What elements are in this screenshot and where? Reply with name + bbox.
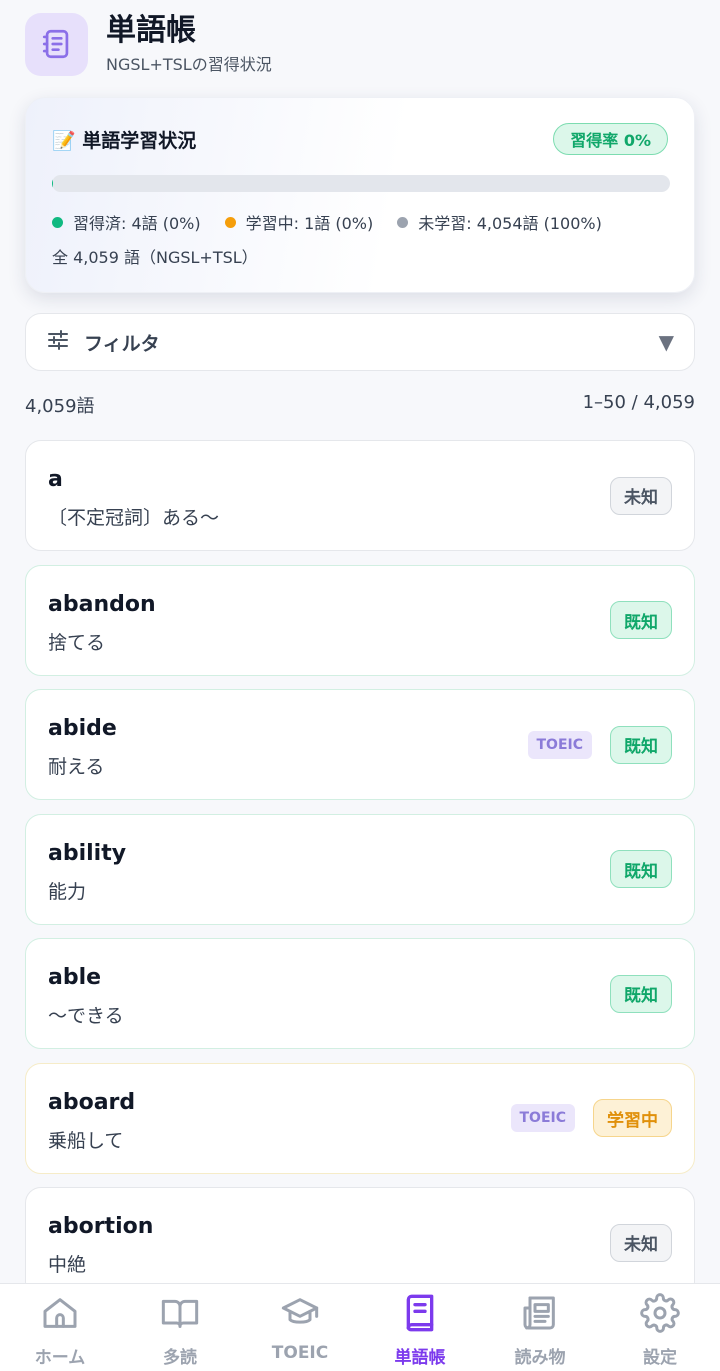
mastery-progress-bar	[52, 175, 670, 192]
page-range: 1–50 / 4,059	[582, 392, 695, 413]
page-subtitle: NGSL+TSLの習得状況	[106, 55, 272, 74]
legend-unlearned: 未学習: 4,054語 (100%)	[397, 210, 602, 234]
nav-toeic-label: TOEIC	[271, 1343, 329, 1363]
nav-home-label: ホーム	[34, 1348, 86, 1368]
word-text: a	[48, 467, 63, 492]
nav-settings-label: 設定	[643, 1348, 677, 1368]
learning-dot	[224, 216, 236, 228]
legend-learning-label: 学習中: 1語 (0%)	[245, 214, 374, 233]
nav-extensive-reading[interactable]: 多読	[120, 1284, 240, 1371]
sliders-icon	[46, 328, 70, 356]
word-meaning: 〔不定冠詞〕ある〜	[48, 507, 220, 529]
word-status-badge[interactable]: 未知	[610, 476, 672, 515]
word-status-badge[interactable]: 既知	[610, 850, 672, 888]
word-card[interactable]: abandon 捨てる 既知	[25, 564, 695, 676]
graduation-cap-icon	[280, 1293, 320, 1337]
word-status-badge[interactable]: 未知	[610, 1223, 672, 1262]
mastery-progress-fill	[52, 175, 53, 192]
word-status-badge[interactable]: 既知	[610, 601, 672, 639]
chevron-down-icon: ▼	[658, 330, 674, 354]
word-meaning: 中絶	[48, 1254, 87, 1276]
word-card[interactable]: ability 能力 既知	[25, 813, 695, 925]
learning-status-card: 📝 単語学習状況 習得率 0% 習得済: 4語 (0%) 学習中: 1語 (0%…	[25, 97, 695, 293]
word-text: abortion	[48, 1214, 154, 1239]
word-card[interactable]: able 〜できる 既知	[25, 938, 695, 1049]
word-card[interactable]: abide 耐える TOEIC 既知	[25, 689, 695, 800]
nav-settings[interactable]: 設定	[600, 1284, 720, 1371]
status-legend: 習得済: 4語 (0%) 学習中: 1語 (0%) 未学習: 4,054語 (1…	[52, 210, 626, 234]
word-text: able	[48, 965, 102, 990]
legend-mastered-label: 習得済: 4語 (0%)	[73, 214, 201, 233]
nav-wordbook[interactable]: 単語帳	[360, 1284, 480, 1371]
filter-toggle[interactable]: フィルタ ▼	[25, 313, 695, 371]
page-title: 単語帳	[106, 13, 196, 48]
word-meaning: 能力	[48, 880, 87, 903]
word-card[interactable]: a 〔不定冠詞〕ある〜 未知	[25, 440, 695, 551]
nav-toeic[interactable]: TOEIC	[240, 1284, 360, 1371]
newspaper-icon	[520, 1293, 560, 1337]
word-list: a 〔不定冠詞〕ある〜 未知 abandon 捨てる 既知 abide 耐える …	[25, 440, 695, 1312]
notebook-icon	[400, 1293, 440, 1337]
legend-mastered: 習得済: 4語 (0%)	[52, 210, 201, 234]
list-summary: 4,059語 1–50 / 4,059	[25, 392, 695, 418]
nav-home[interactable]: ホーム	[0, 1284, 120, 1371]
mastery-rate-badge: 習得率 0%	[553, 123, 668, 155]
filter-label: フィルタ	[84, 332, 160, 355]
total-word-count: 全 4,059 語（NGSL+TSL）	[52, 248, 258, 267]
word-card[interactable]: aboard 乗船して TOEIC 学習中	[25, 1062, 695, 1174]
status-card-title: 📝 単語学習状況	[52, 129, 197, 152]
word-text: ability	[48, 840, 127, 866]
gear-icon	[640, 1293, 680, 1337]
word-text: aboard	[48, 1089, 136, 1115]
legend-learning: 学習中: 1語 (0%)	[224, 210, 374, 234]
word-meaning: 乗船して	[48, 1129, 124, 1152]
page-header: 単語帳 NGSL+TSLの習得状況	[25, 12, 272, 76]
toeic-tag: TOEIC	[510, 1104, 575, 1132]
word-count: 4,059語	[25, 396, 95, 417]
word-text: abandon	[48, 591, 156, 617]
word-status-badge[interactable]: 既知	[610, 974, 672, 1013]
unlearned-dot	[397, 216, 409, 228]
bottom-nav: ホーム 多読 TOEIC 単語帳 読み物 設定	[0, 1283, 720, 1371]
word-card[interactable]: abortion 中絶 未知	[25, 1187, 695, 1298]
notebook-icon	[25, 12, 88, 76]
word-meaning: 耐える	[48, 756, 105, 778]
nav-wordbook-label: 単語帳	[394, 1348, 446, 1368]
book-open-icon	[160, 1293, 200, 1337]
nav-articles-label: 読み物	[514, 1348, 566, 1368]
word-meaning: 〜できる	[48, 1005, 124, 1027]
nav-articles[interactable]: 読み物	[480, 1284, 600, 1371]
toeic-tag: TOEIC	[527, 730, 592, 759]
legend-unlearned-label: 未学習: 4,054語 (100%)	[418, 214, 602, 233]
mastered-dot	[52, 216, 63, 228]
word-text: abide	[48, 716, 117, 741]
nav-extensive-reading-label: 多読	[163, 1348, 197, 1368]
word-meaning: 捨てる	[48, 631, 106, 654]
word-status-badge[interactable]: 学習中	[593, 1099, 672, 1137]
word-status-badge[interactable]: 既知	[610, 725, 672, 764]
home-icon	[40, 1293, 80, 1337]
